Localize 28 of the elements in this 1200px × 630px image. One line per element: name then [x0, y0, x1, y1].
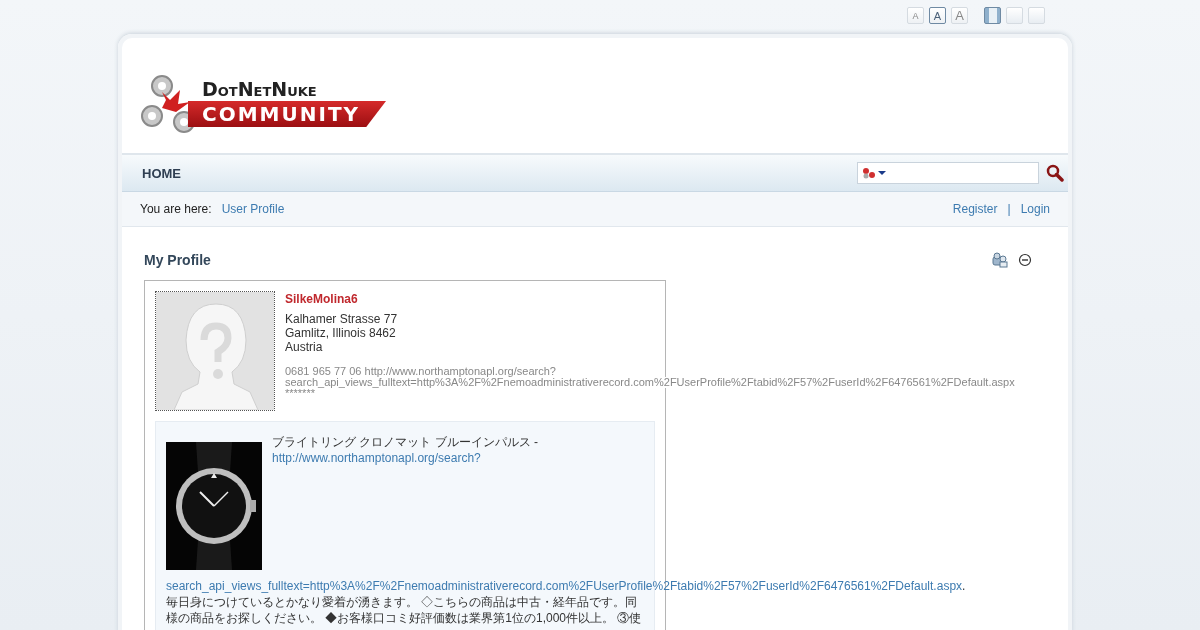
contact-details: 0681 965 77 06 http://www.northamptonapl.org/search? search_api_views_fulltext=http%3A%2F%2Fnemoadministrativerecord.com%2FUserProfile%2Ftabid%2F57%2FuserId%2F6476561%2FDefault.aspx *******	[285, 366, 1015, 399]
users-icon[interactable]	[991, 252, 1008, 268]
address-line: Gamlitz, Illinois 8462	[285, 326, 397, 340]
logo-banner: COMMUNITY	[188, 101, 387, 127]
punctuation: .	[962, 579, 966, 593]
layout-button[interactable]	[984, 7, 1001, 24]
login-link[interactable]: Login	[1020, 202, 1050, 216]
search-scope-icon[interactable]	[861, 165, 875, 181]
collapse-icon[interactable]	[1018, 253, 1032, 267]
search-field[interactable]	[857, 162, 1039, 184]
nav-link[interactable]: HOME	[142, 165, 181, 181]
font-size-button[interactable]: A	[929, 7, 946, 24]
address-line: Kalhamer Strasse 77	[285, 312, 399, 326]
font-size-button[interactable]: A	[907, 7, 924, 24]
caret-icon[interactable]	[877, 169, 887, 177]
address-line: Austria	[285, 340, 324, 354]
search-icon[interactable]	[1046, 164, 1064, 182]
separator: |	[1007, 202, 1011, 216]
font-size-button[interactable]: A	[951, 7, 968, 24]
url-link[interactable]: http://www.northamptonapl.org/search?	[272, 450, 538, 466]
description: 毎日身につけているとかなり愛着が湧きます。 ◇こちらの商品は中古・経年品です。同様の商品をお探しください。 ◆お客様口コミ好評価数は業界第1位の1,000件以上。 ③使	[166, 594, 643, 626]
register-link[interactable]: Register	[952, 202, 998, 216]
module-title: My Profile	[144, 252, 211, 268]
logo-text: DotNetNuke	[201, 78, 318, 100]
breadcrumb-label: You are here:	[140, 202, 212, 216]
breadcrumb-link[interactable]: User Profile	[221, 202, 285, 216]
item-title: ブライトリング クロノマット ブルーインパルス -	[272, 434, 538, 450]
username: SilkeMolina6	[285, 292, 359, 306]
